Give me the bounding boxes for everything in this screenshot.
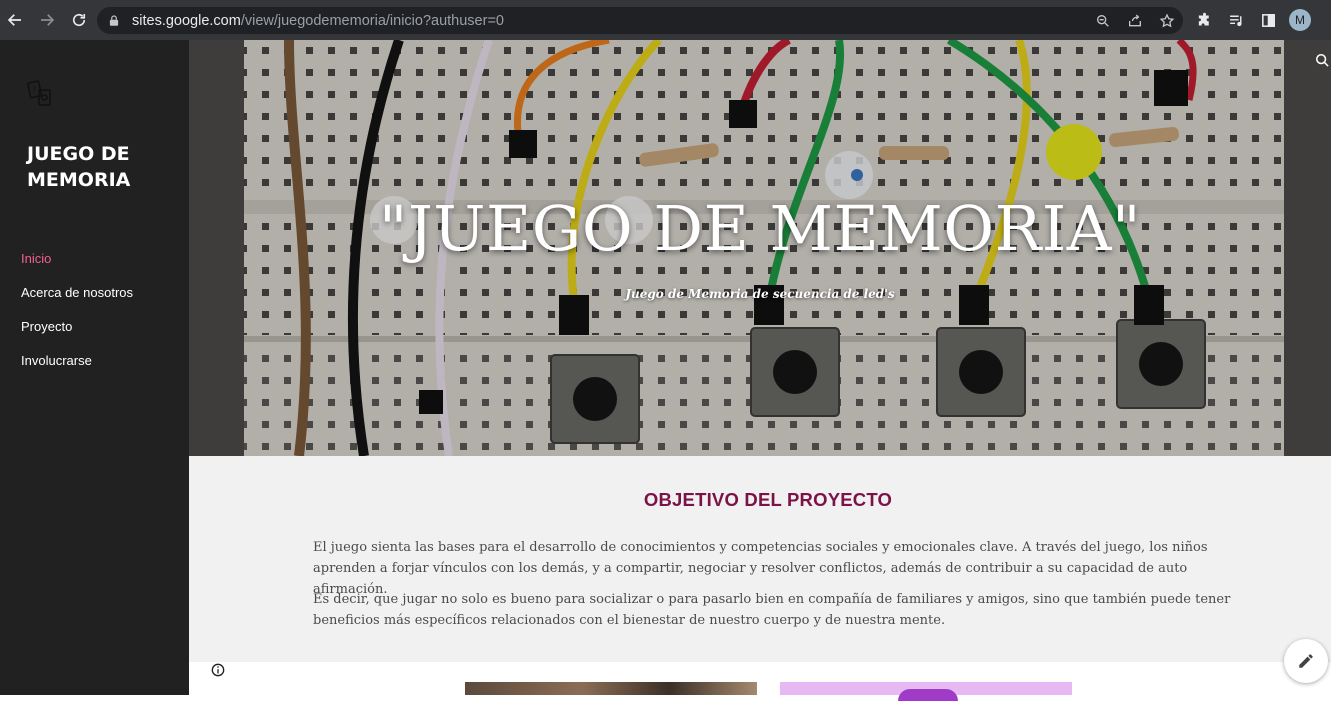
- project-image: [780, 682, 1072, 701]
- nav-item-inicio[interactable]: Inicio: [21, 250, 133, 284]
- site-title[interactable]: JUEGO DE MEMORIA: [27, 141, 177, 193]
- svg-text:?: ?: [32, 85, 36, 94]
- forward-icon[interactable]: [32, 5, 62, 35]
- nav-item-proyecto[interactable]: Proyecto: [21, 318, 133, 352]
- url-host: sites.google.com: [132, 12, 241, 29]
- media-icon[interactable]: [1225, 9, 1247, 31]
- lock-icon: [108, 14, 122, 28]
- site-sidebar: ? JUEGO DE MEMORIA Inicio Acerca de noso…: [0, 40, 189, 695]
- extensions-icon[interactable]: [1193, 9, 1215, 31]
- url-path: /view/juegodememoria/inicio?authuser=0: [240, 12, 504, 29]
- zoom-icon[interactable]: [1093, 11, 1113, 31]
- edit-button[interactable]: [1284, 639, 1328, 683]
- pencil-icon: [1299, 654, 1313, 668]
- info-icon[interactable]: [211, 663, 225, 677]
- star-icon[interactable]: [1157, 11, 1177, 31]
- nav-item-acerca-de-nosotros[interactable]: Acerca de nosotros: [21, 284, 133, 318]
- hero-subtitle: Juego de Memoria de secuencia de led's: [625, 287, 895, 301]
- back-icon[interactable]: [0, 5, 30, 35]
- reload-icon[interactable]: [64, 5, 94, 35]
- search-icon[interactable]: [1315, 53, 1329, 67]
- side-panel-icon[interactable]: [1257, 9, 1279, 31]
- site-navigation: Inicio Acerca de nosotros Proyecto Invol…: [21, 250, 133, 386]
- team-photo: [465, 682, 757, 695]
- browser-toolbar: sites.google.com/view/juegodememoria/ini…: [0, 0, 1331, 40]
- share-icon[interactable]: [1125, 11, 1145, 31]
- memory-cards-icon[interactable]: ?: [27, 79, 57, 109]
- nav-item-involucrarse[interactable]: Involucrarse: [21, 352, 133, 386]
- section-title: OBJETIVO DEL PROYECTO: [643, 489, 893, 510]
- next-section: [189, 662, 1331, 701]
- paragraph-2: Es decir, que jugar no solo es bueno par…: [313, 592, 1231, 628]
- address-bar[interactable]: sites.google.com/view/juegodememoria/ini…: [97, 7, 1183, 34]
- hero-title: "JUEGO DE MEMORIA": [378, 192, 1142, 265]
- url-text: sites.google.com/view/juegodememoria/ini…: [132, 13, 504, 29]
- profile-avatar[interactable]: M: [1289, 9, 1311, 31]
- hero-banner: "JUEGO DE MEMORIA" Juego de Memoria de s…: [189, 40, 1331, 456]
- objective-section: OBJETIVO DEL PROYECTO El juego sienta la…: [189, 456, 1331, 662]
